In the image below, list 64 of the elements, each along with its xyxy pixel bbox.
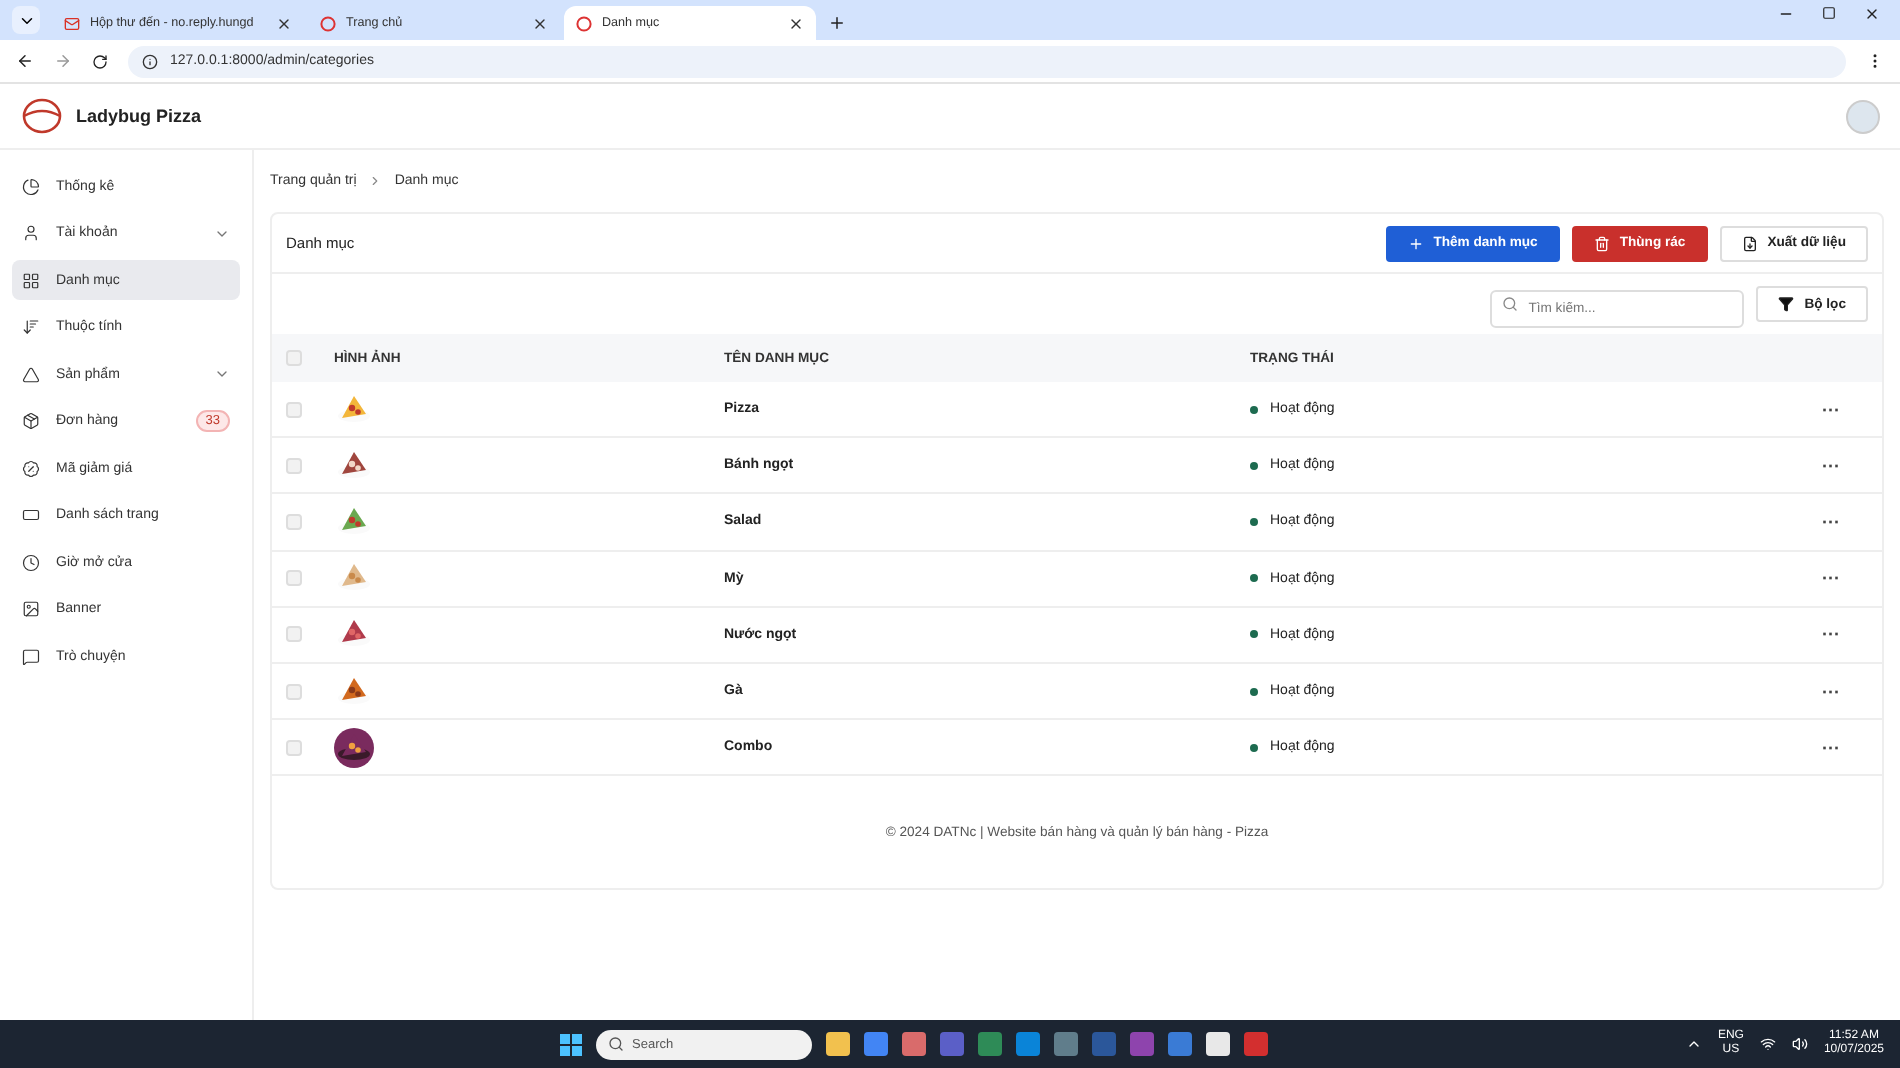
grid-icon: [22, 271, 40, 289]
maximize-icon[interactable]: [1822, 6, 1836, 20]
app-icon[interactable]: [1206, 1032, 1230, 1056]
checkbox[interactable]: [286, 626, 302, 643]
mail-icon: [64, 15, 80, 31]
pie-chart-icon: [22, 177, 40, 195]
wifi-icon[interactable]: [1759, 1036, 1776, 1052]
app-icon[interactable]: [1092, 1032, 1116, 1056]
clock-icon: [22, 553, 40, 571]
chat-icon: [22, 647, 40, 665]
app-icon[interactable]: [1054, 1032, 1078, 1056]
sort-icon: [22, 318, 40, 336]
filter-icon: [1778, 296, 1795, 312]
checkbox[interactable]: [286, 513, 302, 530]
rectangle-icon: [22, 506, 40, 524]
more-button[interactable]: ···: [1822, 624, 1882, 645]
app-icon[interactable]: [826, 1032, 850, 1056]
volume-icon[interactable]: [1791, 1036, 1808, 1052]
close-icon[interactable]: [532, 15, 548, 31]
app-icon[interactable]: [864, 1032, 888, 1056]
close-icon[interactable]: [1864, 6, 1880, 22]
pyramid-icon: [22, 365, 40, 383]
more-button[interactable]: ···: [1822, 455, 1882, 476]
checkbox[interactable]: [286, 683, 302, 700]
checkbox[interactable]: [286, 570, 302, 587]
checkbox[interactable]: [286, 401, 302, 418]
brand-name: Ladybug Pizza: [76, 106, 202, 126]
more-button[interactable]: ···: [1822, 399, 1882, 420]
reload-icon[interactable]: [92, 53, 108, 69]
search-icon: [1502, 295, 1519, 311]
app-icon[interactable]: [940, 1032, 964, 1056]
chevron-icon: [368, 174, 383, 188]
search-icon: [608, 1036, 624, 1052]
more-button[interactable]: ···: [1822, 681, 1882, 702]
tab-list-button[interactable]: [12, 6, 40, 34]
back-icon[interactable]: [16, 52, 34, 70]
forward-icon[interactable]: [54, 52, 72, 70]
new-tab-icon[interactable]: [828, 14, 846, 32]
app-icon[interactable]: [1168, 1032, 1192, 1056]
chevron-icon: [214, 366, 230, 382]
info-icon: [142, 53, 158, 69]
app-icon[interactable]: [1130, 1032, 1154, 1056]
more-button[interactable]: ···: [1822, 511, 1882, 532]
app-icon[interactable]: [1016, 1032, 1040, 1056]
file-icon: [1741, 235, 1758, 251]
app-icon[interactable]: [1244, 1032, 1268, 1056]
close-icon[interactable]: [276, 15, 292, 31]
windows-icon[interactable]: [560, 1033, 582, 1055]
more-button[interactable]: ···: [1822, 737, 1882, 758]
box-icon: [22, 412, 40, 430]
percent-badge-icon: [22, 459, 40, 477]
image-icon: [22, 600, 40, 618]
more-button[interactable]: ···: [1822, 568, 1882, 589]
chevron-icon[interactable]: [1685, 1036, 1702, 1052]
checkbox[interactable]: [286, 457, 302, 474]
checkbox[interactable]: [286, 739, 302, 756]
app-icon[interactable]: [978, 1032, 1002, 1056]
user-icon: [22, 224, 40, 242]
trash-icon: [1593, 235, 1610, 251]
app-icon[interactable]: [902, 1032, 926, 1056]
plus-icon: [1407, 235, 1424, 251]
avatar[interactable]: [1846, 99, 1880, 133]
close-icon[interactable]: [788, 15, 804, 31]
checkbox[interactable]: [286, 350, 302, 366]
